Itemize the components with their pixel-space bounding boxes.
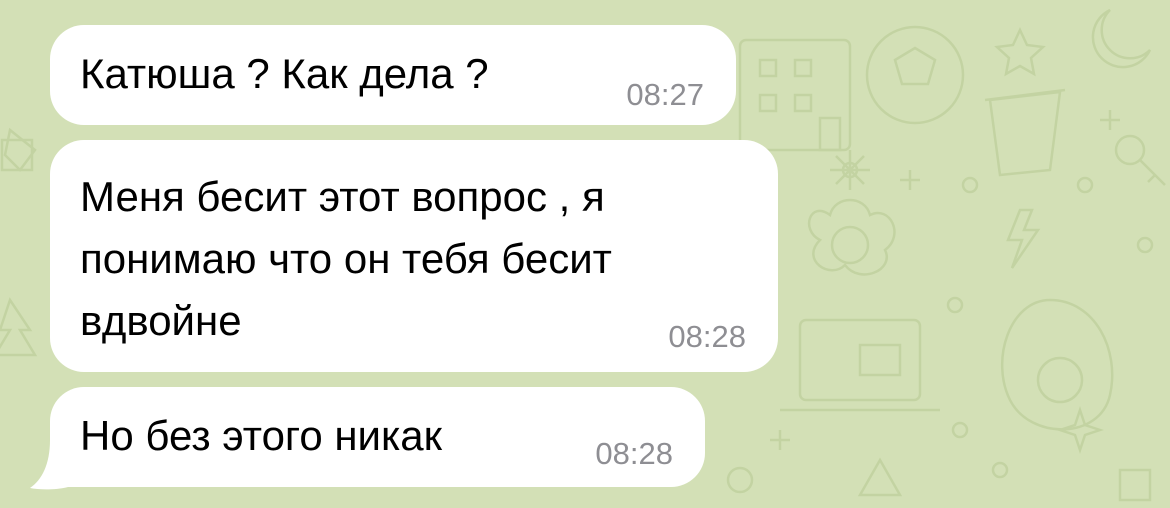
message-text: Но без этого никак xyxy=(80,412,443,459)
message-timestamp: 08:27 xyxy=(626,77,704,112)
message-timestamp: 08:28 xyxy=(595,436,673,471)
message-bubble[interactable]: Но без этого никак 08:28 xyxy=(50,387,705,487)
message-text: Катюша ? Как дела ? xyxy=(80,50,489,97)
message-bubble[interactable]: Меня бесит этот вопрос , я понимаю что о… xyxy=(50,140,778,372)
message-bubble[interactable]: Катюша ? Как дела ? 08:27 xyxy=(50,25,736,125)
message-text: Меня бесит этот вопрос , я понимаю что о… xyxy=(80,173,612,344)
message-timestamp: 08:28 xyxy=(668,319,746,354)
